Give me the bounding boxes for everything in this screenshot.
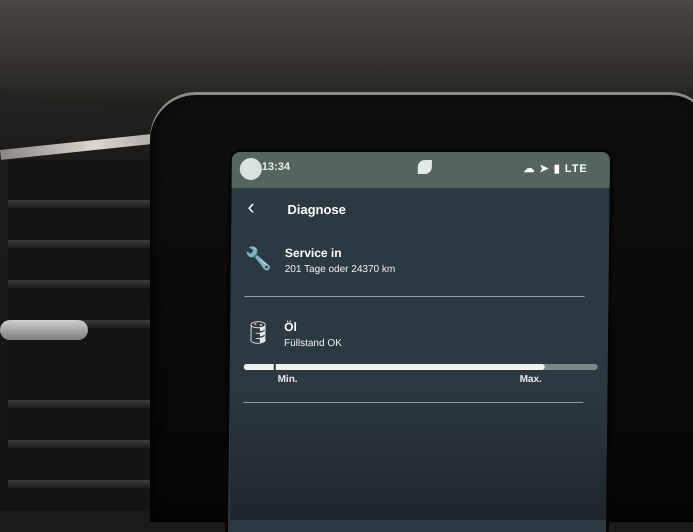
max-label: Max. bbox=[519, 374, 542, 385]
divider bbox=[244, 296, 585, 297]
vent-slat bbox=[8, 480, 158, 488]
oil-level-bar bbox=[243, 364, 598, 370]
service-item[interactable]: 🔧 Service in 201 Tage oder 24370 km bbox=[245, 242, 585, 282]
oil-level-fill bbox=[243, 364, 545, 370]
page-header: ‹ Diagnose bbox=[247, 194, 587, 222]
dashboard: 13:34 ☁ ➤ ▮ LTE ‹ Diagnose 🔧 Service in … bbox=[0, 0, 693, 532]
status-bar: 13:34 ☁ ➤ ▮ LTE bbox=[231, 152, 610, 188]
lte-label: LTE bbox=[564, 163, 588, 175]
vent-slat bbox=[8, 240, 158, 248]
chevron-left-icon[interactable]: ‹ bbox=[247, 194, 255, 220]
vent-knob[interactable] bbox=[0, 320, 88, 340]
oil-min-mark bbox=[273, 364, 276, 370]
network-indicator: ☁ ➤ ▮ LTE bbox=[523, 163, 588, 175]
leaf-icon bbox=[417, 160, 432, 174]
vent-slat bbox=[8, 280, 158, 288]
vent-slat bbox=[8, 400, 158, 408]
page-title: Diagnose bbox=[287, 202, 346, 217]
vent-slat bbox=[8, 440, 158, 448]
clock: 13:34 bbox=[261, 161, 291, 173]
service-detail: 201 Tage oder 24370 km bbox=[284, 264, 396, 275]
divider bbox=[243, 402, 584, 403]
oil-can-icon: 🛢 bbox=[243, 320, 273, 345]
min-label: Min. bbox=[277, 374, 298, 385]
service-title: Service in bbox=[284, 246, 342, 260]
infotainment-screen: 13:34 ☁ ➤ ▮ LTE ‹ Diagnose 🔧 Service in … bbox=[228, 152, 610, 532]
oil-item[interactable]: 🛢 Öl Füllstand OK bbox=[244, 316, 584, 356]
vent-slat bbox=[8, 200, 158, 208]
oil-detail: Füllstand OK bbox=[283, 338, 342, 349]
profile-icon[interactable] bbox=[239, 158, 262, 180]
wrench-icon: 🔧 bbox=[244, 246, 273, 271]
oil-title: Öl bbox=[284, 320, 297, 334]
